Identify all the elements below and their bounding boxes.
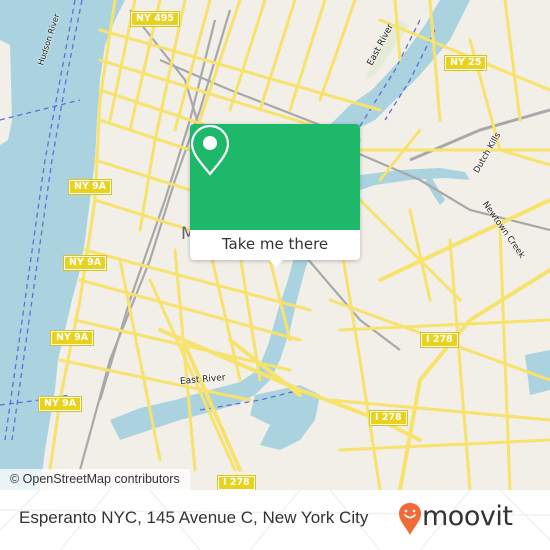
map-attribution[interactable]: © OpenStreetMap contributors <box>0 469 190 490</box>
highway-shield-ny495: NY 495 <box>130 11 180 27</box>
highway-shield-i278: I 278 <box>217 475 256 490</box>
highway-shield-ny9a: NY 9A <box>62 255 108 271</box>
highway-shield-ny9a: NY 9A <box>37 396 83 412</box>
highway-shield-i278: I 278 <box>369 410 408 426</box>
popup-pointer <box>268 259 284 267</box>
location-address: Esperanto NYC, 145 Avenue C, New York Ci… <box>19 508 369 527</box>
highway-shield-ny9a: NY 9A <box>67 179 113 195</box>
map[interactable]: NY 495 NY 25 NY 9A NY 9A NY 9A NY 9A I 2… <box>0 0 550 490</box>
footer: Esperanto NYC, 145 Avenue C, New York Ci… <box>0 490 550 550</box>
popup-header <box>190 124 360 230</box>
highway-shield-i278: I 278 <box>420 332 459 348</box>
highway-shield-ny9a: NY 9A <box>49 330 95 346</box>
location-popup: Take me there <box>190 124 360 267</box>
location-pin-icon <box>190 124 230 176</box>
highway-shield-ny25: NY 25 <box>443 55 488 71</box>
take-me-there-button[interactable]: Take me there <box>190 230 360 260</box>
moovit-wordmark: moovit <box>422 501 513 532</box>
moovit-pin-icon <box>399 503 421 535</box>
